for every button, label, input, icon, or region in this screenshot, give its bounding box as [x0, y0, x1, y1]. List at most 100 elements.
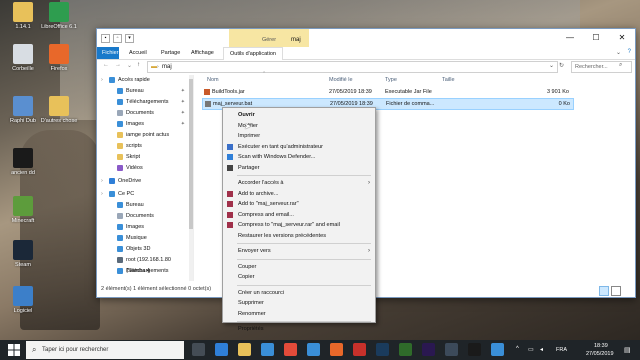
tab-file[interactable]: Fichier: [97, 47, 119, 59]
dreamweaver-icon[interactable]: [399, 343, 412, 356]
recent-locations-icon[interactable]: ⌄: [127, 62, 132, 69]
menu-item[interactable]: Accorder l'accès à ›: [223, 178, 375, 188]
nav-item[interactable]: Images: [97, 222, 189, 233]
taskbar-search-box[interactable]: ⌕ Taper ici pour rechercher: [26, 341, 184, 359]
windows-start-icon[interactable]: [8, 344, 20, 356]
pin-icon[interactable]: ✦: [181, 108, 185, 119]
details-view-icon[interactable]: [599, 286, 609, 296]
back-arrow-icon[interactable]: ←: [103, 62, 109, 68]
desktop-icon[interactable]: 1.14.1: [4, 2, 42, 30]
desktop-icon[interactable]: ancien dd: [4, 148, 42, 176]
tab-application-tools[interactable]: Outils d'application: [223, 47, 283, 60]
file-explorer-icon[interactable]: [238, 343, 251, 356]
photoshop-icon[interactable]: [376, 343, 389, 356]
store-icon[interactable]: [261, 343, 274, 356]
file-row[interactable]: BuildTools.jar 27/05/2019 18:39 Executable…: [202, 87, 572, 97]
menu-item[interactable]: Partager: [223, 163, 375, 173]
nav-item[interactable]: Bureau ✦: [97, 86, 189, 97]
new-folder-icon[interactable]: ▫: [113, 34, 122, 43]
forward-arrow-icon[interactable]: →: [115, 62, 121, 68]
nav-item[interactable]: scripts: [97, 141, 189, 152]
menu-item[interactable]: Add to "maj_serveur.rar": [223, 199, 375, 209]
menu-item[interactable]: Compress to "maj_serveur.rar" and email: [223, 220, 375, 230]
terminal-icon[interactable]: [468, 343, 481, 356]
firefox-icon[interactable]: [330, 343, 343, 356]
menu-item[interactable]: Compress and email...: [223, 210, 375, 220]
column-header-size[interactable]: Taille: [442, 75, 455, 85]
premiere-icon[interactable]: [422, 343, 435, 356]
action-center-icon[interactable]: ▤: [624, 346, 631, 354]
menu-item[interactable]: Envoyer vers ›: [223, 246, 375, 256]
column-header-name[interactable]: Nom: [207, 75, 219, 85]
desktop-icon[interactable]: Minecraft: [4, 196, 42, 224]
tab-view[interactable]: Affichage: [185, 47, 220, 59]
menu-item[interactable]: Supprimer: [223, 298, 375, 308]
menu-item[interactable]: Ouvrir: [223, 110, 375, 120]
desktop-icon[interactable]: Logiciel: [4, 286, 42, 314]
nav-item[interactable]: Skript: [97, 152, 189, 163]
nav-scrollbar[interactable]: [189, 75, 193, 281]
desktop-icon[interactable]: LibreOffice 6.1: [40, 2, 78, 30]
scrollbar-thumb[interactable]: [189, 79, 193, 229]
app-icon[interactable]: [491, 343, 504, 356]
help-icon[interactable]: ?: [628, 49, 631, 55]
refresh-icon[interactable]: ↻: [559, 62, 564, 69]
address-bar[interactable]: ▬ › maj: [147, 61, 558, 73]
nav-item[interactable]: Objets 3D: [97, 244, 189, 255]
nav-item[interactable]: iamge point actus: [97, 130, 189, 141]
nav-item[interactable]: Documents ✦: [97, 108, 189, 119]
address-dropdown-icon[interactable]: ⌄: [549, 62, 554, 69]
menu-item[interactable]: Couper: [223, 262, 375, 272]
nav-item[interactable]: Vidéos: [97, 163, 189, 174]
volume-icon[interactable]: ◂: [540, 346, 543, 353]
menu-item[interactable]: Add to archive...: [223, 189, 375, 199]
desktop-icon[interactable]: Steam: [4, 240, 42, 268]
nav-item[interactable]: Documents: [97, 211, 189, 222]
filezilla-icon[interactable]: [353, 343, 366, 356]
chrome-icon[interactable]: [284, 343, 297, 356]
pin-icon[interactable]: ✦: [181, 97, 185, 108]
clock-time[interactable]: 18:39: [594, 343, 608, 349]
nav-item[interactable]: › Ce PC: [97, 189, 189, 200]
app-icon[interactable]: [445, 343, 458, 356]
mail-icon[interactable]: [307, 343, 320, 356]
menu-item[interactable]: Renommer: [223, 309, 375, 319]
column-header-type[interactable]: Type: [385, 75, 397, 85]
tab-home[interactable]: Accueil: [123, 47, 153, 59]
customize-toolbar-icon[interactable]: ▾: [125, 34, 134, 43]
menu-item[interactable]: Scan with Windows Defender...: [223, 152, 375, 162]
menu-item[interactable]: Imprimer: [223, 131, 375, 141]
expand-ribbon-icon[interactable]: ⌄: [616, 49, 621, 56]
expand-chevron-icon[interactable]: ›: [101, 75, 103, 86]
nav-item[interactable]: › Accès rapide: [97, 75, 189, 86]
nav-item[interactable]: Musique: [97, 233, 189, 244]
edge-icon[interactable]: [215, 343, 228, 356]
nav-item[interactable]: Téléchargements ✦: [97, 97, 189, 108]
menu-item[interactable]: Créer un raccourci: [223, 288, 375, 298]
search-input[interactable]: Rechercher...: [571, 61, 632, 73]
nav-item[interactable]: Images ✦: [97, 119, 189, 130]
nav-item[interactable]: Bureau: [97, 200, 189, 211]
menu-item[interactable]: Exécuter en tant qu'administrateur: [223, 142, 375, 152]
task-view-icon[interactable]: [192, 343, 205, 356]
menu-item[interactable]: Copier: [223, 272, 375, 282]
pin-icon[interactable]: ✦: [181, 86, 185, 97]
notifications-chevron-icon[interactable]: ^: [516, 346, 519, 352]
nav-item[interactable]: root (192.168.1.80 (Samba 4: [97, 255, 189, 274]
menu-item[interactable]: Propriétés: [223, 324, 375, 334]
nav-item[interactable]: › OneDrive: [97, 176, 189, 187]
network-icon[interactable]: ▭: [528, 346, 534, 353]
column-header-modified[interactable]: Modifié le: [329, 75, 353, 85]
up-arrow-icon[interactable]: ↑: [137, 62, 140, 68]
tab-share[interactable]: Partage: [155, 47, 186, 59]
large-icons-view-icon[interactable]: [611, 286, 621, 296]
language-indicator[interactable]: FRA: [556, 347, 567, 353]
maximize-button[interactable]: ☐: [583, 29, 609, 47]
desktop-icon[interactable]: D'autres chose: [40, 96, 78, 124]
expand-chevron-icon[interactable]: ›: [101, 176, 103, 187]
nav-item[interactable]: Téléchargements: [97, 266, 189, 277]
desktop-icon[interactable]: Corbeille: [4, 44, 42, 72]
close-button[interactable]: ✕: [609, 29, 635, 47]
properties-icon[interactable]: ▪: [101, 34, 110, 43]
clock-date[interactable]: 27/05/2019: [586, 351, 614, 357]
